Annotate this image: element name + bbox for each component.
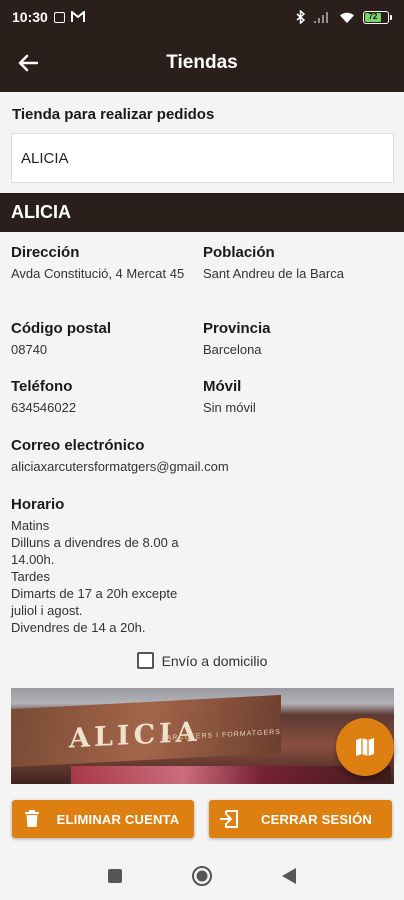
address-label: Dirección xyxy=(11,244,80,261)
delete-account-label: ELIMINAR CUENTA xyxy=(56,811,180,827)
circle-icon xyxy=(192,866,212,886)
town-label: Población xyxy=(203,244,275,261)
delivery-label: Envío a domicilio xyxy=(161,652,268,669)
system-nav-bar xyxy=(0,852,404,900)
phone-field: Teléfono 634546022 xyxy=(11,378,191,416)
back-nav-button[interactable] xyxy=(281,867,297,885)
trash-icon xyxy=(25,810,39,827)
status-bar: 10:30 72 xyxy=(0,0,404,34)
mobile-label: Móvil xyxy=(203,378,242,395)
address-field: Dirección Avda Constitució, 4 Mercat 45 xyxy=(11,244,191,282)
store-select-field[interactable]: ALICIA xyxy=(11,133,394,183)
schedule-field: Horario Matins Dilluns a divendres de 8.… xyxy=(11,496,241,636)
logout-icon xyxy=(220,810,238,828)
logout-label: CERRAR SESIÓN xyxy=(261,811,372,827)
back-button[interactable] xyxy=(14,50,42,76)
store-name: ALICIA xyxy=(11,202,71,222)
email-field: Correo electrónico aliciaxarcutersformat… xyxy=(11,437,396,475)
home-button[interactable] xyxy=(191,865,213,887)
address-value: Avda Constitució, 4 Mercat 45 xyxy=(11,266,185,281)
mobile-field: Móvil Sin móvil xyxy=(203,378,398,416)
email-value[interactable]: aliciaxarcutersformatgers@gmail.com xyxy=(11,458,396,475)
signal-icon xyxy=(314,11,328,23)
battery-level: 72 xyxy=(365,12,381,22)
gmail-icon xyxy=(70,11,85,22)
store-photo: ALICIA XARCUTERS I FORMATGERS xyxy=(11,688,394,784)
province-value: Barcelona xyxy=(203,342,262,357)
app-bar: Tiendas xyxy=(0,34,404,92)
map-button[interactable] xyxy=(336,718,394,776)
store-name-header: ALICIA xyxy=(0,193,404,232)
province-field: Provincia Barcelona xyxy=(203,320,398,358)
sim-icon xyxy=(53,11,65,23)
phone-value[interactable]: 634546022 xyxy=(11,399,191,416)
postcode-field: Código postal 08740 xyxy=(11,320,191,358)
battery-icon: 72 xyxy=(363,10,392,24)
delivery-checkbox[interactable] xyxy=(136,652,154,669)
page-title: Tiendas xyxy=(166,52,238,73)
schedule-value: Matins Dilluns a divendres de 8.00 a 14.… xyxy=(11,518,179,635)
arrow-back-icon xyxy=(18,54,38,72)
triangle-back-icon xyxy=(282,868,296,884)
mobile-value: Sin móvil xyxy=(203,400,256,415)
map-icon xyxy=(356,738,374,756)
schedule-label: Horario xyxy=(11,496,65,513)
wifi-icon xyxy=(340,12,354,23)
postcode-value: 08740 xyxy=(11,342,48,357)
phone-label: Teléfono xyxy=(11,378,73,395)
bluetooth-icon xyxy=(296,10,305,24)
status-time: 10:30 xyxy=(12,9,48,25)
delivery-option[interactable]: Envío a domicilio xyxy=(0,652,404,669)
store-select-label: Tienda para realizar pedidos xyxy=(12,106,215,123)
email-label: Correo electrónico xyxy=(11,437,145,454)
town-field: Población Sant Andreu de la Barca xyxy=(203,244,398,282)
town-value: Sant Andreu de la Barca xyxy=(203,266,344,281)
recents-button[interactable] xyxy=(107,868,123,884)
postcode-label: Código postal xyxy=(11,320,111,337)
delete-account-button[interactable]: ELIMINAR CUENTA xyxy=(12,800,194,838)
logout-button[interactable]: CERRAR SESIÓN xyxy=(209,800,392,838)
store-select-value: ALICIA xyxy=(21,149,69,167)
province-label: Provincia xyxy=(203,320,271,337)
square-icon xyxy=(108,869,122,883)
